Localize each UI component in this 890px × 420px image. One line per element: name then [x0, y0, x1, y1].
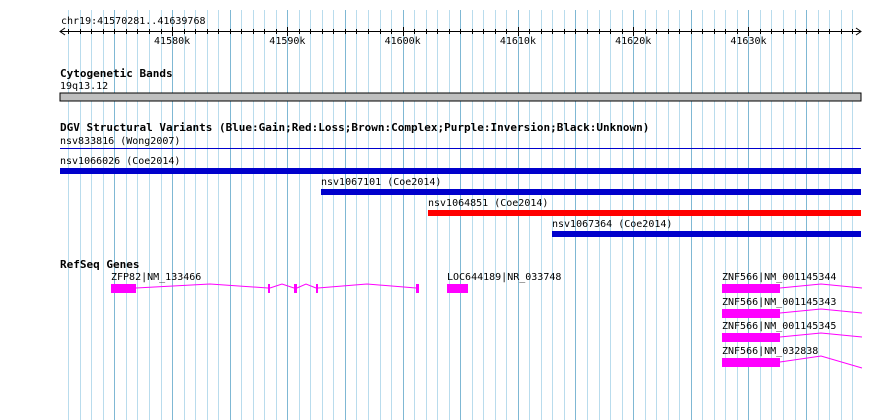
gene-exon [111, 284, 136, 293]
gene-model-znf566-4[interactable] [722, 355, 863, 369]
gene-intron [779, 308, 863, 314]
gene-exon [416, 284, 419, 293]
gene-intron [317, 283, 417, 289]
gene-exon [722, 358, 780, 367]
gene-model-zfp82[interactable] [111, 283, 419, 293]
gene-exon [268, 284, 270, 293]
gene-exon [316, 284, 318, 293]
gene-intron [779, 283, 863, 289]
gene-exon [722, 284, 780, 293]
gene-intron [779, 355, 863, 369]
gene-intron [779, 332, 863, 338]
gene-exon [722, 333, 780, 342]
gene-exon [722, 309, 780, 318]
gene-model-znf566-1[interactable] [722, 283, 863, 293]
gene-exon [447, 284, 468, 293]
gene-intron [269, 283, 295, 289]
genome-browser-panel: chr19:41570281..41639768 41580k 41590k 4… [0, 0, 890, 420]
gene-intron [135, 283, 269, 289]
gene-intron [296, 283, 317, 289]
gene-exon [294, 284, 297, 293]
gene-model-loc644189[interactable] [447, 284, 468, 293]
gene-model-znf566-3[interactable] [722, 332, 863, 342]
gene-model-znf566-2[interactable] [722, 308, 863, 318]
refseq-gene-models [111, 283, 863, 369]
